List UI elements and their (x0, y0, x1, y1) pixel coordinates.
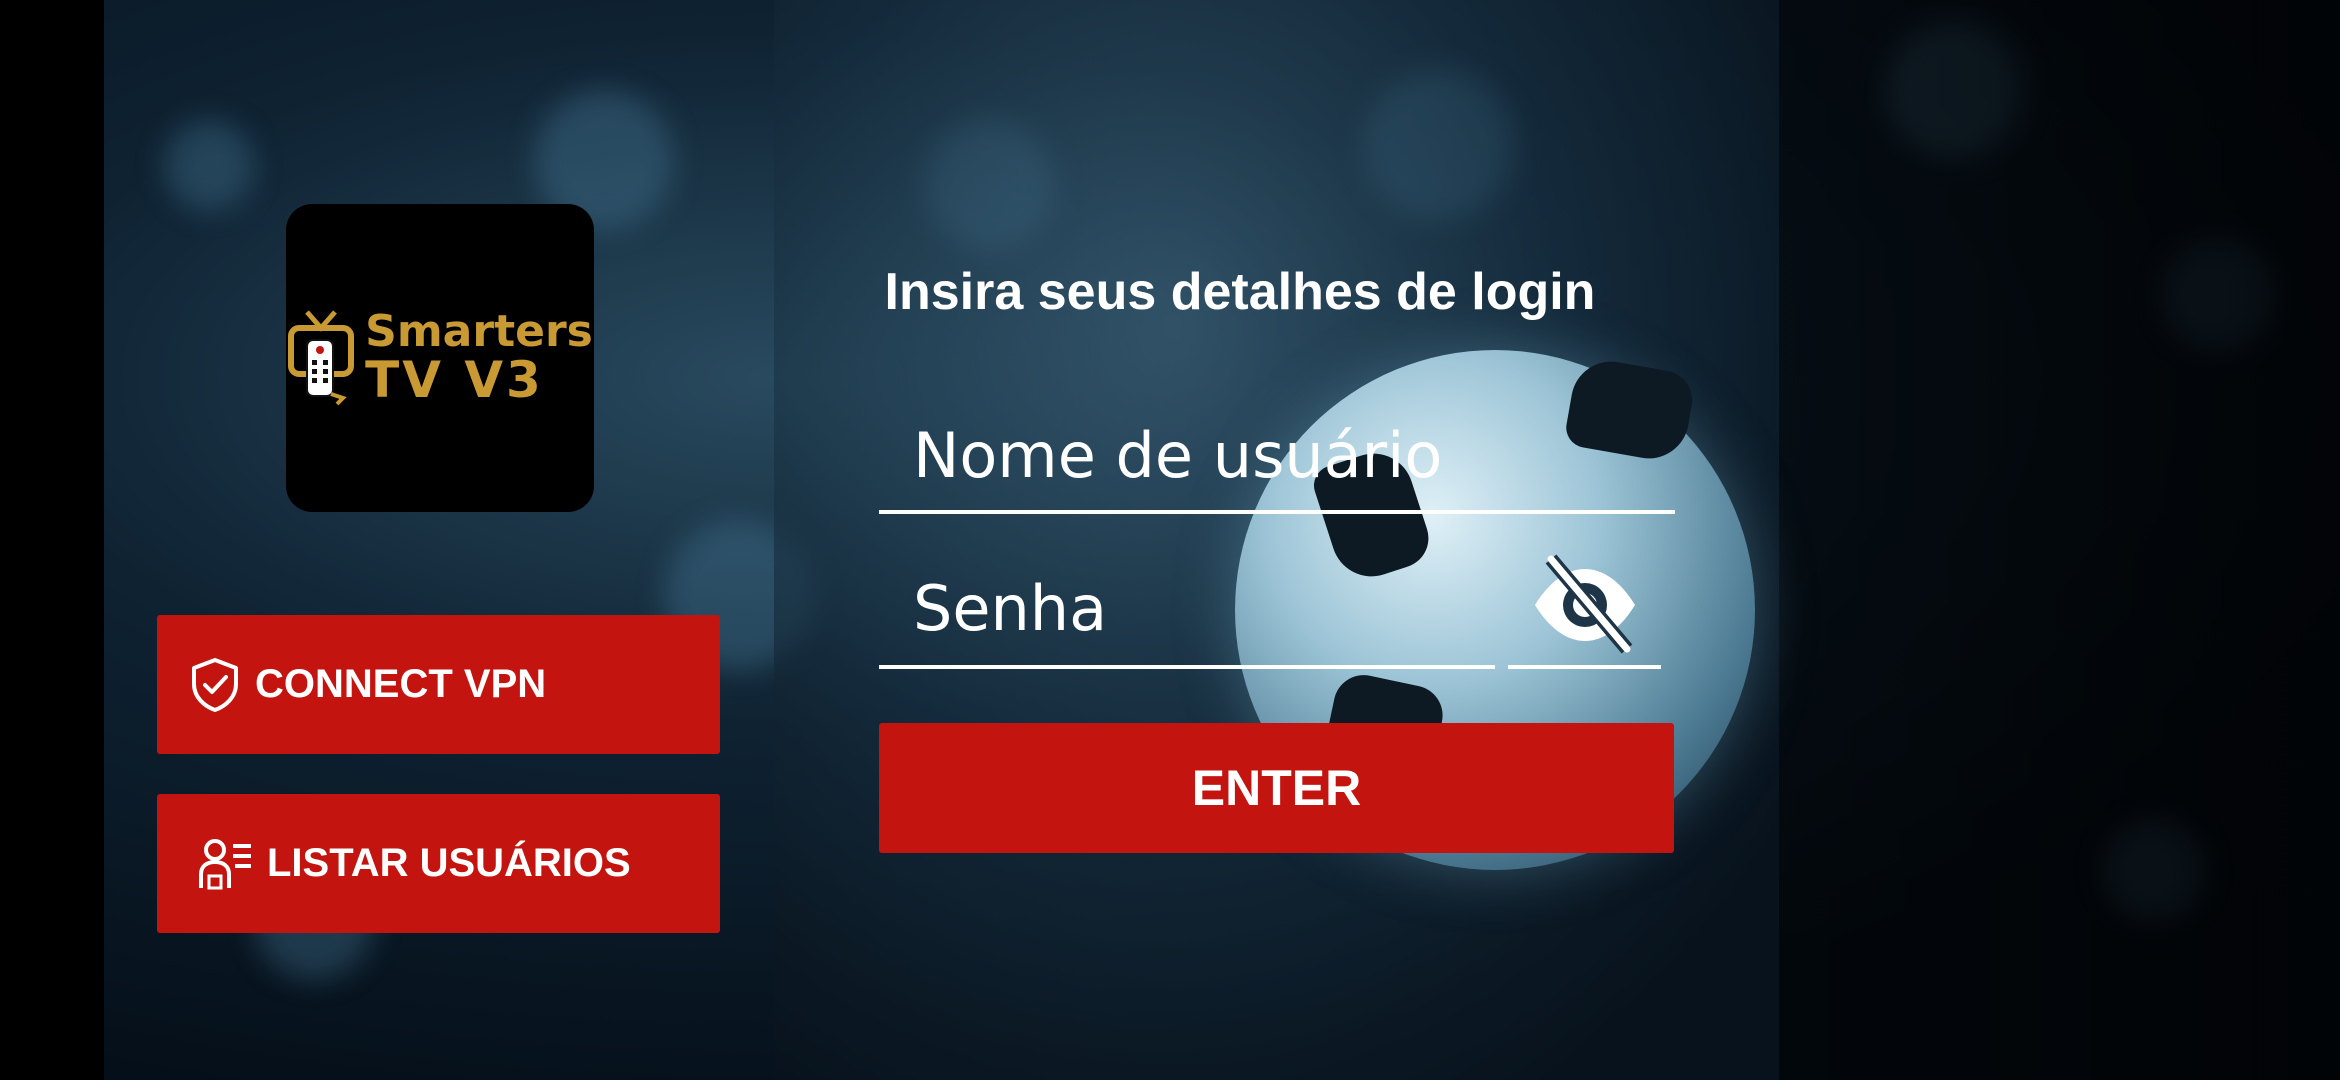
password-field[interactable] (879, 552, 1495, 669)
username-input[interactable] (879, 400, 1675, 510)
password-input[interactable] (879, 552, 1495, 665)
list-users-button[interactable]: LISTAR USUÁRIOS (157, 794, 720, 933)
logo-wordmark: Smarters TV V3 (365, 306, 593, 409)
username-field[interactable] (879, 400, 1675, 514)
right-overlay (1779, 0, 2340, 1080)
enter-button[interactable]: ENTER (879, 723, 1674, 853)
app-logo: Smarters TV V3 (286, 204, 594, 512)
connect-vpn-label: CONNECT VPN (255, 662, 547, 706)
logo-line1: Smarters (365, 306, 593, 358)
shield-check-icon (189, 657, 241, 713)
list-users-label: LISTAR USUÁRIOS (267, 841, 631, 885)
eye-off-icon[interactable] (1529, 547, 1641, 664)
logo-line2: TV V3 (365, 350, 544, 409)
tv-remote-icon (287, 306, 357, 411)
connect-vpn-button[interactable]: CONNECT VPN (157, 615, 720, 754)
login-title: Insira seus detalhes de login (884, 263, 1596, 321)
user-list-icon (197, 836, 253, 892)
password-visibility-toggle[interactable] (1508, 545, 1661, 669)
bokeh-light (164, 120, 254, 210)
